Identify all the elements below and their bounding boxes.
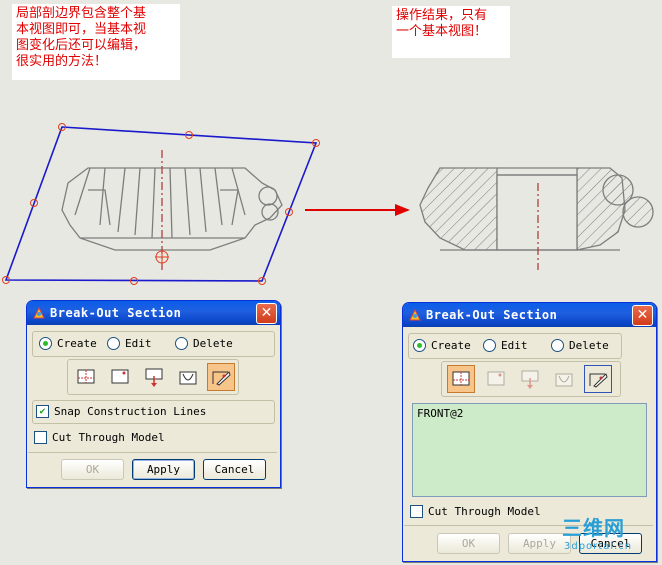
dialog-title: Break-Out Section	[50, 306, 182, 320]
breakout-dialog-left: Break-Out Section ✕ Create Edit Delete ✔…	[26, 300, 281, 488]
radio-create-label: Create	[431, 339, 471, 352]
divider	[28, 452, 277, 453]
select-curves-icon[interactable]	[550, 365, 578, 393]
cancel-button[interactable]: Cancel	[203, 459, 266, 480]
close-button[interactable]: ✕	[632, 305, 653, 326]
cut-through-checkbox[interactable]	[410, 505, 423, 518]
view-list[interactable]: FRONT@2	[412, 403, 647, 497]
radio-create-label: Create	[57, 337, 97, 350]
radio-edit[interactable]: Edit	[483, 339, 528, 352]
radio-create[interactable]: Create	[413, 339, 471, 352]
close-button[interactable]: ✕	[256, 303, 277, 324]
radio-delete[interactable]: Delete	[175, 337, 233, 350]
app-logo-icon	[409, 308, 421, 321]
base-point-icon[interactable]	[106, 363, 134, 391]
cut-through-label: Cut Through Model	[52, 431, 165, 444]
apply-button[interactable]: Apply	[132, 459, 195, 480]
radio-delete-label: Delete	[569, 339, 609, 352]
select-view-icon[interactable]	[447, 365, 475, 393]
radio-edit-indicator[interactable]	[483, 339, 496, 352]
result-arrow	[305, 204, 410, 216]
section-view-result[interactable]	[419, 167, 654, 270]
select-curves-icon[interactable]	[174, 363, 202, 391]
base-view-part[interactable]	[61, 150, 283, 270]
radio-delete-indicator[interactable]	[551, 339, 564, 352]
extrude-vector-icon[interactable]	[140, 363, 168, 391]
select-view-icon[interactable]	[72, 363, 100, 391]
app-logo-icon	[33, 306, 45, 319]
radio-delete[interactable]: Delete	[551, 339, 609, 352]
radio-create-indicator[interactable]	[413, 339, 426, 352]
radio-delete-label: Delete	[193, 337, 233, 350]
extrude-vector-icon[interactable]	[516, 365, 544, 393]
dialog-titlebar[interactable]: Break-Out Section ✕	[403, 303, 656, 327]
radio-edit[interactable]: Edit	[107, 337, 152, 350]
ok-button[interactable]: OK	[61, 459, 124, 480]
dialog-titlebar[interactable]: Break-Out Section ✕	[27, 301, 280, 325]
dialog-title: Break-Out Section	[426, 308, 558, 322]
snap-checkbox[interactable]: ✔	[36, 405, 49, 418]
cut-through-label: Cut Through Model	[428, 505, 541, 518]
radio-edit-label: Edit	[501, 339, 528, 352]
radio-edit-label: Edit	[125, 337, 152, 350]
radio-create[interactable]: Create	[39, 337, 97, 350]
snap-label: Snap Construction Lines	[54, 405, 207, 418]
watermark-url: 3dportal.cn	[564, 541, 633, 552]
modify-boundary-icon[interactable]	[584, 365, 612, 393]
ok-button[interactable]: OK	[437, 533, 500, 554]
radio-delete-indicator[interactable]	[175, 337, 188, 350]
base-point-icon[interactable]	[482, 365, 510, 393]
radio-create-indicator[interactable]	[39, 337, 52, 350]
modify-boundary-icon[interactable]	[207, 363, 235, 391]
cut-through-checkbox[interactable]	[34, 431, 47, 444]
drawing-canvas	[2, 123, 654, 285]
view-list-item[interactable]: FRONT@2	[413, 404, 646, 423]
watermark-logo: 三维网	[562, 516, 625, 540]
radio-edit-indicator[interactable]	[107, 337, 120, 350]
